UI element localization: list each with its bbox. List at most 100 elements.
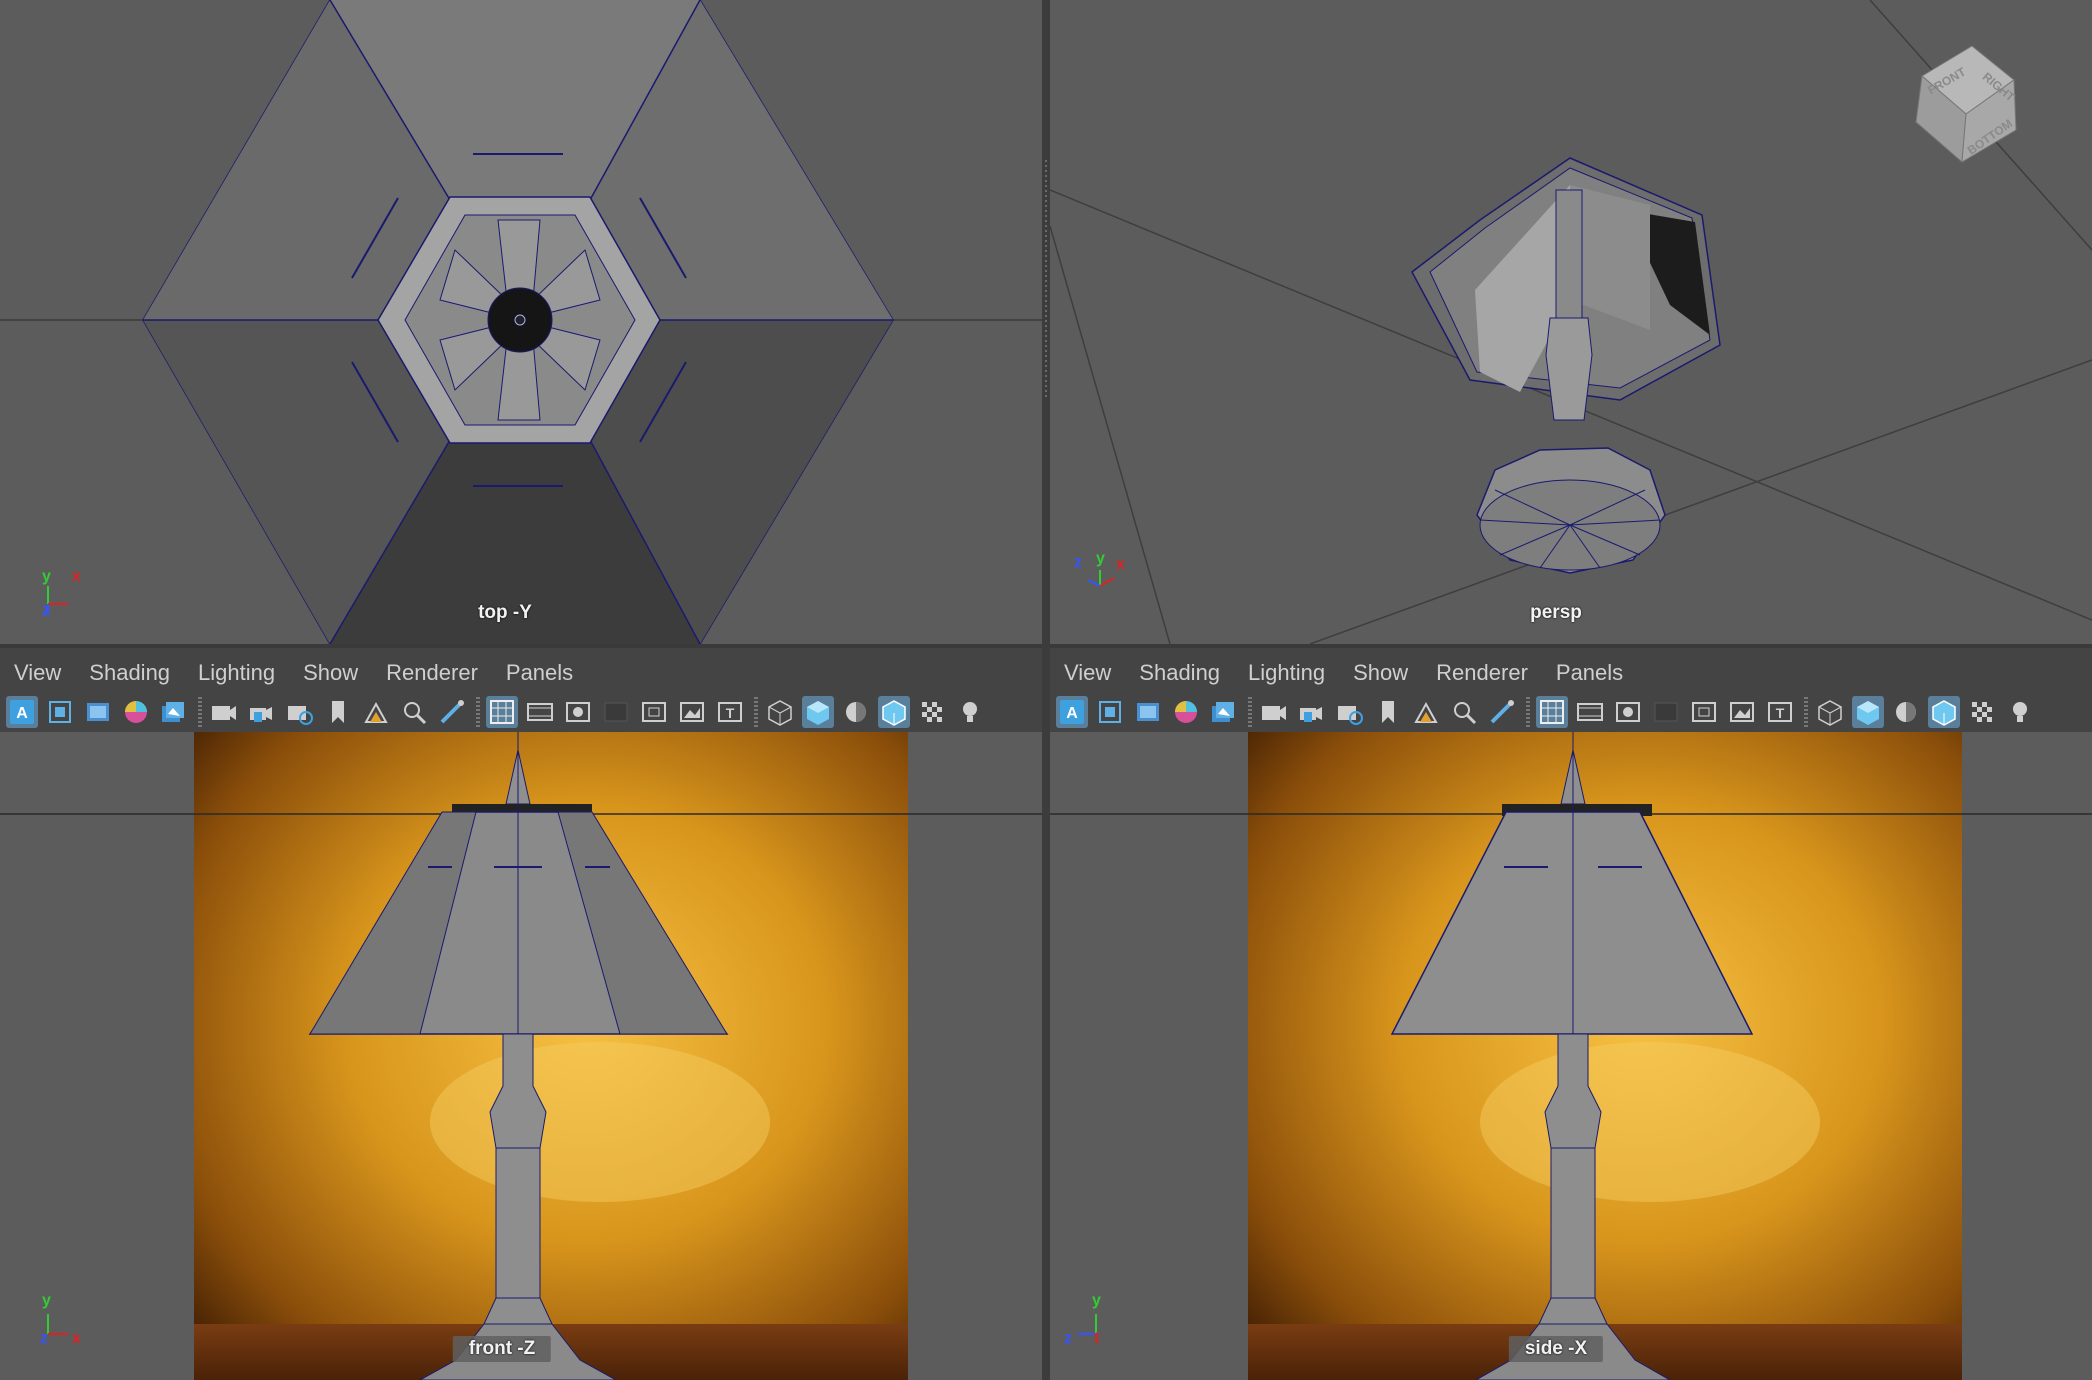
axis-gizmo-top: y x z	[38, 568, 98, 628]
viewport-label-side: side -X	[1508, 1336, 1604, 1362]
panel-menu-left: View Shading Lighting Show Renderer Pane…	[0, 658, 587, 688]
vertical-splitter[interactable]	[1042, 0, 1050, 1380]
select-camera-icon[interactable]: A	[6, 696, 38, 728]
menu-lighting[interactable]: Lighting	[1234, 658, 1339, 688]
xray-icon[interactable]	[1966, 696, 1998, 728]
film-gate-icon[interactable]	[524, 696, 556, 728]
panel-menu-right: View Shading Lighting Show Renderer Pane…	[1050, 658, 1637, 688]
grid-icon[interactable]	[1536, 696, 1568, 728]
smooth-shade-icon[interactable]	[1852, 696, 1884, 728]
image-plane-icon[interactable]	[82, 696, 114, 728]
wireframe-icon[interactable]	[764, 696, 796, 728]
axis-z-label: z	[1074, 554, 1082, 571]
safe-title-icon[interactable]: T	[1764, 696, 1796, 728]
viewport-label-persp: persp	[1530, 602, 1582, 623]
front-view-scene	[0, 732, 1042, 1380]
field-chart-icon[interactable]	[1688, 696, 1720, 728]
view-cube[interactable]: FRONT RIGHT BOTTOM	[1900, 34, 2050, 184]
menu-panels[interactable]: Panels	[492, 658, 587, 688]
axis-x-label: t	[1094, 1330, 1100, 1347]
front-viewport[interactable]: y z x front -Z	[0, 732, 1042, 1380]
svg-text:A: A	[1066, 705, 1078, 722]
top-view-scene	[0, 0, 1042, 644]
paint-icon[interactable]	[436, 696, 468, 728]
axis-z-label: z	[40, 1330, 48, 1347]
two-d-pan-icon[interactable]	[1334, 696, 1366, 728]
snap-icon[interactable]	[1410, 696, 1442, 728]
toolbar-separator	[1526, 697, 1530, 727]
toolbar-separator	[476, 697, 480, 727]
wireframe-on-shaded-icon[interactable]	[878, 696, 910, 728]
resolution-gate-icon[interactable]	[1612, 696, 1644, 728]
axis-x-label: x	[72, 1330, 81, 1347]
menu-renderer[interactable]: Renderer	[372, 658, 492, 688]
bookmarks-icon[interactable]	[158, 696, 190, 728]
camera-attributes-icon[interactable]	[44, 696, 76, 728]
default-material-icon[interactable]	[1890, 696, 1922, 728]
toolbar-separator	[198, 697, 202, 727]
menu-view[interactable]: View	[0, 658, 75, 688]
panel-bar-right: View Shading Lighting Show Renderer Pane…	[1050, 648, 2092, 732]
wireframe-icon[interactable]	[1814, 696, 1846, 728]
camera-icon[interactable]	[208, 696, 240, 728]
safe-action-icon[interactable]	[1726, 696, 1758, 728]
safe-action-icon[interactable]	[676, 696, 708, 728]
safe-title-icon[interactable]: T	[714, 696, 746, 728]
grid-icon[interactable]	[486, 696, 518, 728]
toolbar-separator	[1804, 697, 1808, 727]
axis-z-label: z	[42, 602, 50, 619]
film-gate-icon[interactable]	[1574, 696, 1606, 728]
move-icon[interactable]	[1448, 696, 1480, 728]
gate-mask-icon[interactable]	[1650, 696, 1682, 728]
menu-panels[interactable]: Panels	[1542, 658, 1637, 688]
menu-shading[interactable]: Shading	[75, 658, 184, 688]
axis-y-label: y	[42, 568, 51, 585]
menu-shading[interactable]: Shading	[1125, 658, 1234, 688]
bookmark-icon[interactable]	[1372, 696, 1404, 728]
lights-icon[interactable]	[2004, 696, 2036, 728]
axis-y-label: y	[1096, 550, 1105, 567]
smooth-shade-icon[interactable]	[802, 696, 834, 728]
viewport-label-front: front -Z	[452, 1336, 552, 1362]
viewport-label-top: top -Y	[478, 602, 532, 623]
svg-text:T: T	[1776, 705, 1785, 721]
move-icon[interactable]	[398, 696, 430, 728]
bookmark-icon[interactable]	[322, 696, 354, 728]
menu-show[interactable]: Show	[289, 658, 372, 688]
menu-renderer[interactable]: Renderer	[1422, 658, 1542, 688]
panel-toolbar-left: AT	[6, 694, 992, 730]
panel-bar-left: View Shading Lighting Show Renderer Pane…	[0, 648, 1042, 732]
lock-camera-icon[interactable]	[246, 696, 278, 728]
image-plane-icon[interactable]	[1132, 696, 1164, 728]
resolution-gate-icon[interactable]	[562, 696, 594, 728]
side-viewport[interactable]: y z t side -X	[1050, 732, 2092, 1380]
axis-z-label: z	[1064, 1330, 1072, 1347]
svg-text:T: T	[726, 705, 735, 721]
grease-pencil-icon[interactable]	[1170, 696, 1202, 728]
menu-show[interactable]: Show	[1339, 658, 1422, 688]
wireframe-on-shaded-icon[interactable]	[1928, 696, 1960, 728]
xray-icon[interactable]	[916, 696, 948, 728]
lock-camera-icon[interactable]	[1296, 696, 1328, 728]
persp-viewport[interactable]: FRONT RIGHT BOTTOM z y x persp	[1050, 0, 2092, 644]
toolbar-separator	[754, 697, 758, 727]
field-chart-icon[interactable]	[638, 696, 670, 728]
axis-gizmo-side: y z t	[1060, 1292, 1120, 1352]
default-material-icon[interactable]	[840, 696, 872, 728]
top-viewport[interactable]: y x z top -Y	[0, 0, 1042, 644]
grease-pencil-icon[interactable]	[120, 696, 152, 728]
panel-toolbar-right: AT	[1056, 694, 2042, 730]
paint-icon[interactable]	[1486, 696, 1518, 728]
gate-mask-icon[interactable]	[600, 696, 632, 728]
bookmarks-icon[interactable]	[1208, 696, 1240, 728]
toolbar-separator	[1248, 697, 1252, 727]
axis-y-label: y	[42, 1292, 51, 1309]
menu-lighting[interactable]: Lighting	[184, 658, 289, 688]
menu-view[interactable]: View	[1050, 658, 1125, 688]
camera-icon[interactable]	[1258, 696, 1290, 728]
two-d-pan-icon[interactable]	[284, 696, 316, 728]
select-camera-icon[interactable]: A	[1056, 696, 1088, 728]
snap-icon[interactable]	[360, 696, 392, 728]
camera-attributes-icon[interactable]	[1094, 696, 1126, 728]
lights-icon[interactable]	[954, 696, 986, 728]
